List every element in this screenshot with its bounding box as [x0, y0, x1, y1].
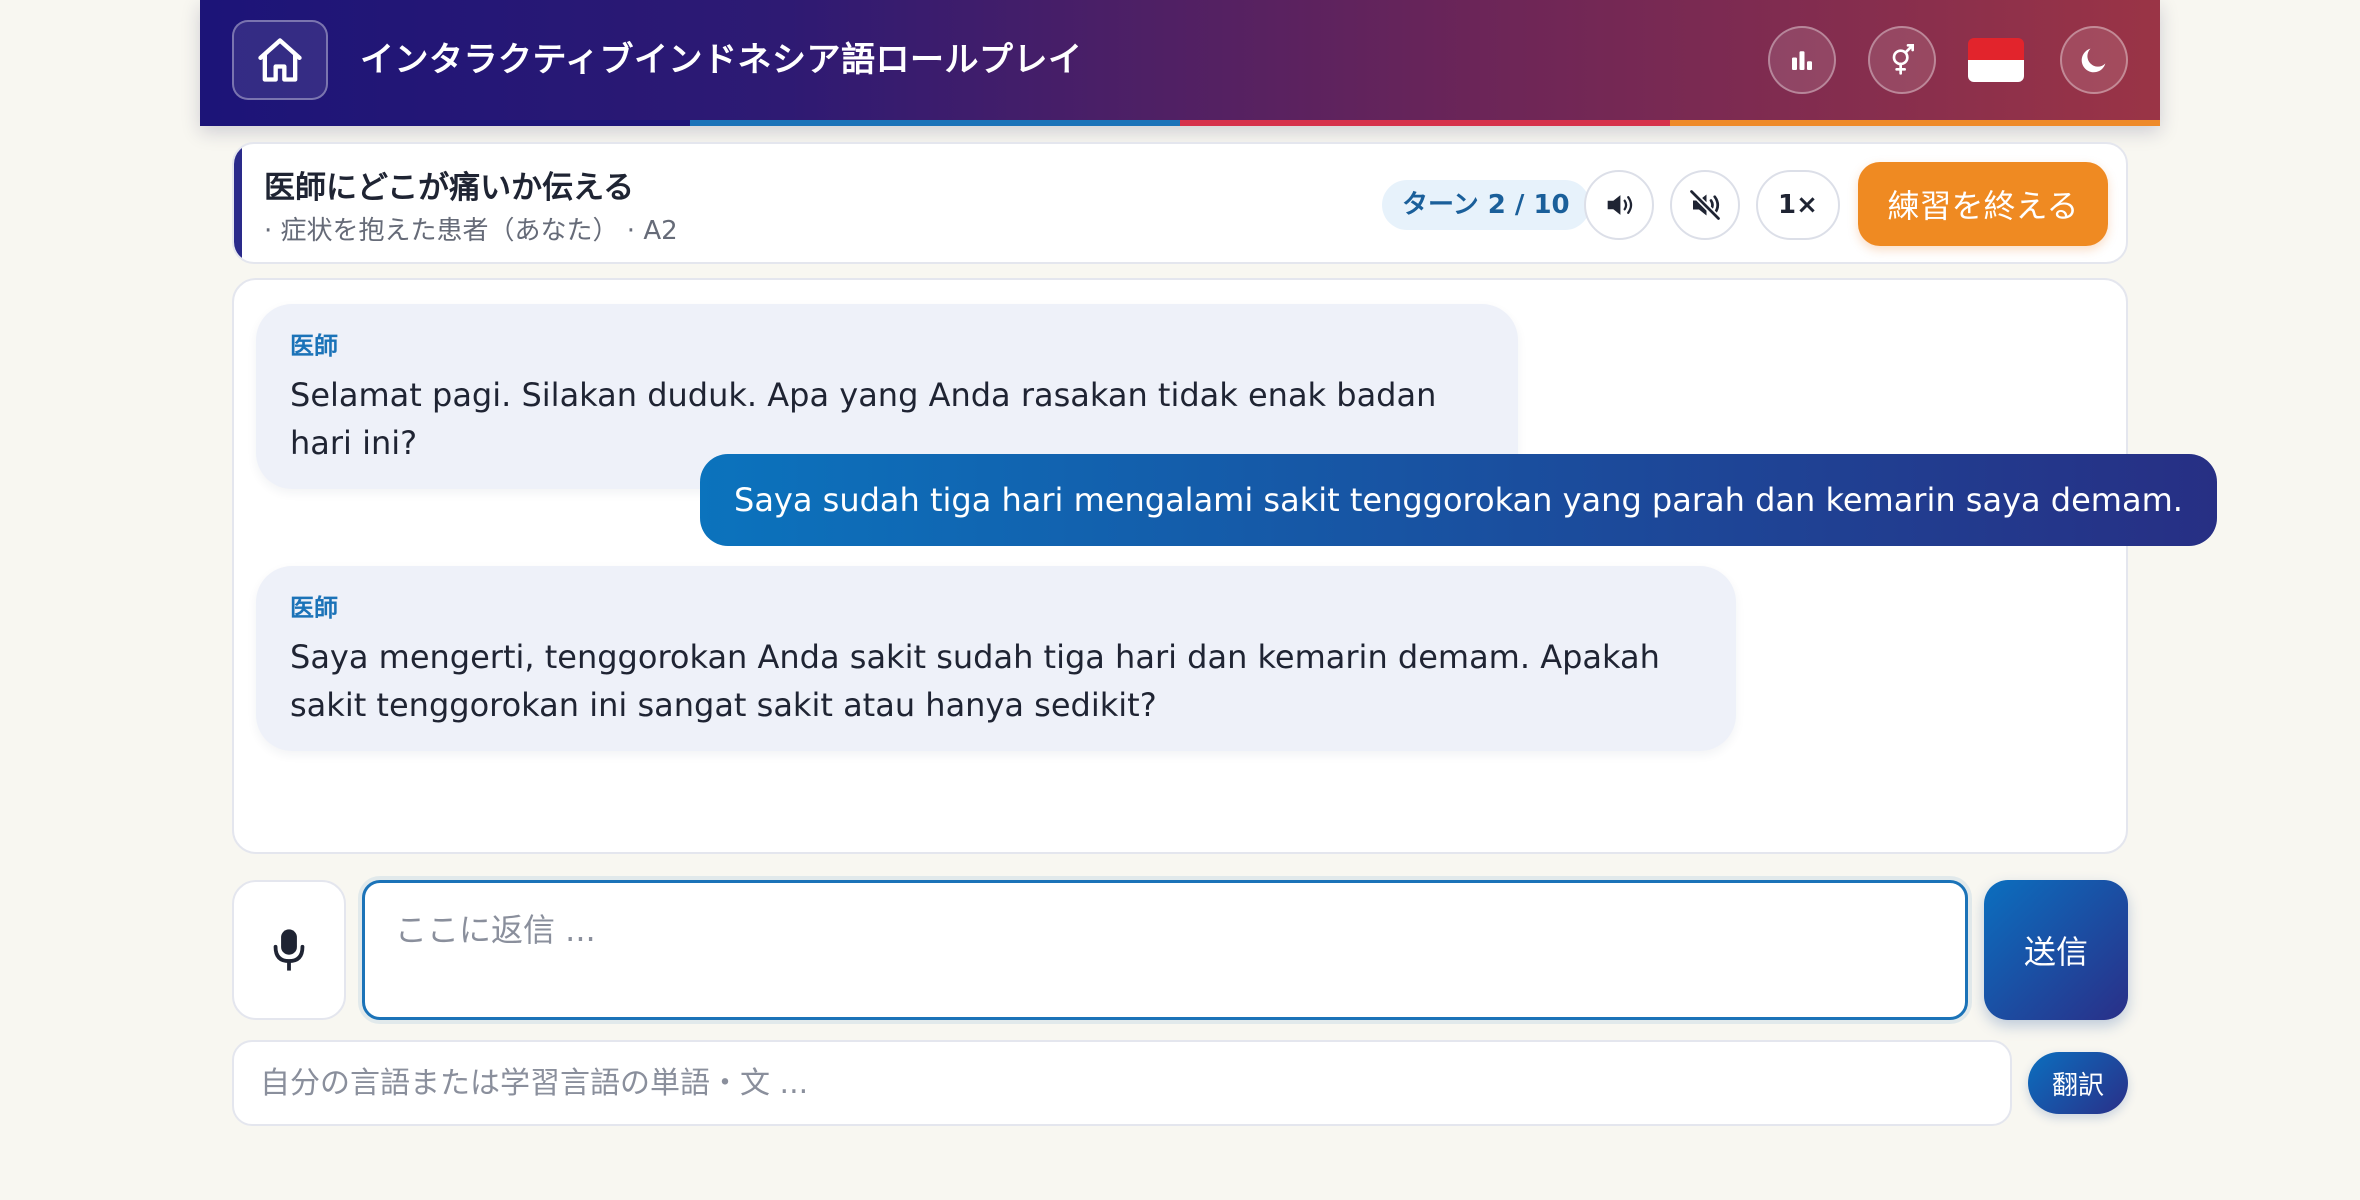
header-color-stripe: [200, 120, 2160, 126]
end-practice-button[interactable]: 練習を終える: [1858, 162, 2108, 246]
message-text: Saya sudah tiga hari mengalami sakit ten…: [734, 481, 2183, 519]
scenario-title: 医師にどこが痛いか伝える: [264, 170, 635, 206]
microphone-icon: [273, 929, 305, 971]
home-button[interactable]: [232, 20, 328, 100]
indonesia-flag-icon[interactable]: [1968, 38, 2024, 82]
stripe-segment-4: [1670, 120, 2160, 126]
turn-counter: ターン 2 / 10: [1382, 180, 1590, 230]
bar-chart-icon: [1792, 51, 1812, 70]
gender-button[interactable]: [1868, 26, 1936, 94]
stripe-segment-1: [200, 120, 690, 126]
message-speaker: 医師: [290, 594, 338, 622]
moon-icon: [2081, 48, 2106, 73]
translate-input[interactable]: [232, 1040, 2012, 1126]
reply-input[interactable]: [362, 880, 1968, 1020]
translate-button[interactable]: 翻訳: [2028, 1052, 2128, 1114]
mute-button[interactable]: [1670, 170, 1740, 240]
home-icon: [258, 38, 302, 82]
stripe-segment-2: [690, 120, 1180, 126]
theme-toggle-button[interactable]: [2060, 26, 2128, 94]
scenario-bar: 医師にどこが痛いか伝える · 症状を抱えた患者（あなた） · A2 ターン 2 …: [232, 142, 2128, 264]
flag-red-band: [1968, 38, 2024, 60]
gender-icon: [1892, 44, 1914, 75]
message-text: Selamat pagi. Silakan duduk. Apa yang An…: [290, 376, 1437, 462]
microphone-button[interactable]: [232, 880, 346, 1020]
stats-button[interactable]: [1768, 26, 1836, 94]
speaker-button[interactable]: [1584, 170, 1654, 240]
speaker-muted-icon: [1688, 188, 1722, 222]
scenario-subtitle: · 症状を抱えた患者（あなた） · A2: [264, 216, 678, 246]
send-button[interactable]: 送信: [1984, 880, 2128, 1020]
chat-message-bot: 医師 Saya mengerti, tenggorokan Anda sakit…: [256, 566, 1736, 751]
app-header: インタラクティブインドネシア語ロールプレイ: [200, 0, 2160, 126]
stripe-segment-3: [1180, 120, 1670, 126]
chat-panel[interactable]: 医師 Selamat pagi. Silakan duduk. Apa yang…: [232, 278, 2217, 854]
playback-speed-button[interactable]: 1×: [1756, 170, 1840, 240]
message-speaker: 医師: [290, 332, 338, 360]
message-text: Saya mengerti, tenggorokan Anda sakit su…: [290, 638, 1660, 724]
scenario-accent: [234, 144, 242, 262]
app-title: インタラクティブインドネシア語ロールプレイ: [360, 40, 1083, 80]
speaker-icon: [1607, 195, 1633, 215]
flag-white-band: [1968, 60, 2024, 82]
chat-message-user: Saya sudah tiga hari mengalami sakit ten…: [700, 454, 2217, 546]
